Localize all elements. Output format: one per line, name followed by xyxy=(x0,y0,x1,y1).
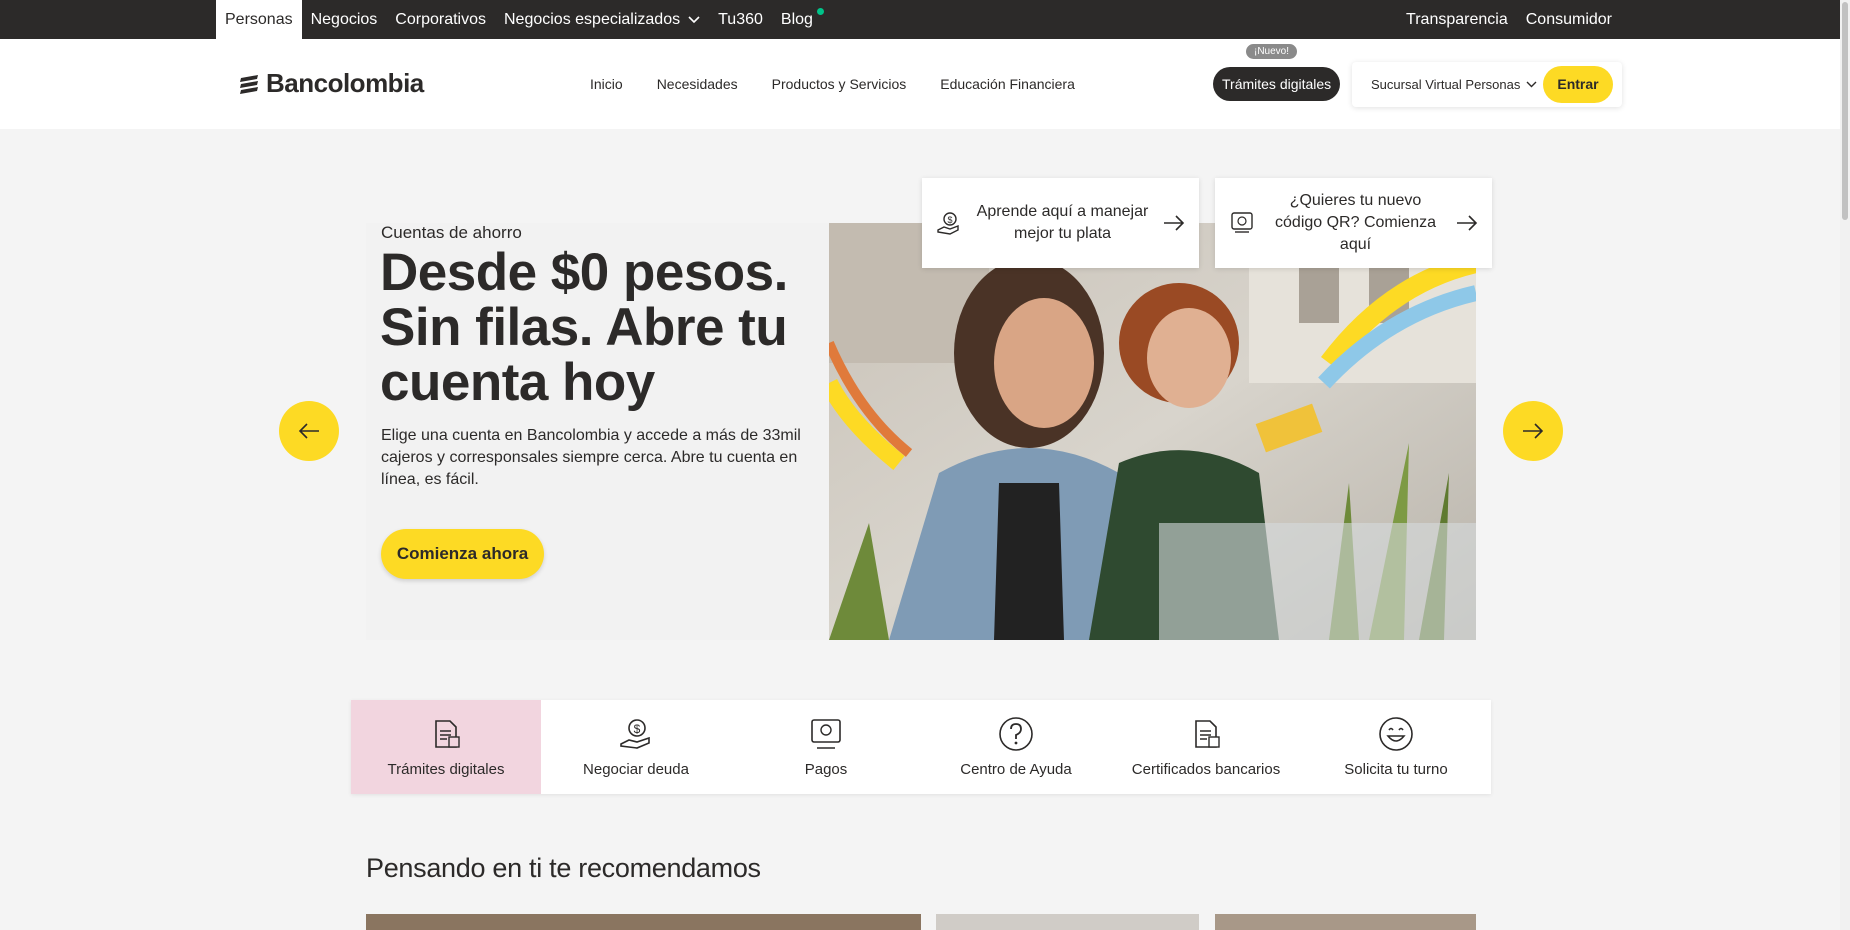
quick-link-solicita-turno[interactable]: Solicita tu turno xyxy=(1301,700,1491,794)
tab-blog[interactable]: Blog xyxy=(772,0,837,39)
carousel-prev-button[interactable] xyxy=(279,401,339,461)
nav-inicio[interactable]: Inicio xyxy=(573,76,640,92)
recommendations-title: Pensando en ti te recomendamos xyxy=(366,853,761,883)
quick-card-finanzas-text: Aprende aquí a manejar mejor tu plata xyxy=(976,203,1149,242)
money-hand-icon: $ xyxy=(937,212,959,235)
new-badge: ¡Nuevo! xyxy=(1246,44,1298,59)
quick-card-codigo-qr-text: ¿Quieres tu nuevo código QR? Comienza aq… xyxy=(1275,192,1436,253)
money-hand-icon: $ xyxy=(620,719,650,749)
tab-negocios-especializados[interactable]: Negocios especializados xyxy=(495,0,709,39)
quick-link-pagos[interactable]: Pagos xyxy=(731,700,921,794)
link-transparencia[interactable]: Transparencia xyxy=(1397,0,1517,39)
quick-link-tramites[interactable]: Trámites digitales xyxy=(351,700,541,794)
bancolombia-logo[interactable]: Bancolombia xyxy=(238,68,424,99)
tramites-digitales-button[interactable]: Trámites digitales xyxy=(1213,67,1341,101)
arrow-right-icon xyxy=(1164,215,1185,231)
question-icon xyxy=(999,717,1033,751)
entrar-button[interactable]: Entrar xyxy=(1543,66,1613,103)
topbar-right-links: Transparencia Consumidor xyxy=(1397,0,1621,39)
page-scrollbar[interactable] xyxy=(1840,0,1850,930)
carousel-next-button[interactable] xyxy=(1503,401,1563,461)
sucursal-virtual-label: Sucursal Virtual Personas xyxy=(1371,77,1521,92)
link-consumidor[interactable]: Consumidor xyxy=(1517,0,1621,39)
segment-tabs: Personas Negocios Corporativos Negocios … xyxy=(216,0,837,39)
tab-blog-label: Blog xyxy=(780,11,813,28)
main-header: Bancolombia Inicio Necesidades Productos… xyxy=(0,39,1850,129)
arrow-right-icon xyxy=(1457,215,1478,231)
sucursal-virtual-select[interactable]: Sucursal Virtual Personas xyxy=(1371,62,1537,107)
quick-link-pagos-label: Pagos xyxy=(804,761,848,778)
quick-card-finanzas[interactable]: $ Aprende aquí a manejar mejor tu plata xyxy=(922,178,1199,268)
tab-personas[interactable]: Personas xyxy=(216,0,302,39)
chevron-down-icon xyxy=(1526,81,1537,88)
arrow-left-icon xyxy=(298,423,319,439)
tab-negocios-especializados-label: Negocios especializados xyxy=(504,11,681,28)
main-nav: Inicio Necesidades Productos y Servicios… xyxy=(573,39,1092,129)
recommendation-card-image[interactable] xyxy=(366,914,921,930)
smile-icon xyxy=(1379,717,1413,751)
hero-title: Desde $0 pesos. Sin filas. Abre tu cuent… xyxy=(380,243,788,412)
quick-card-codigo-qr[interactable]: ¿Quieres tu nuevo código QR? Comienza aq… xyxy=(1215,178,1492,268)
quick-link-negociar-deuda-label: Negociar deuda xyxy=(583,761,689,778)
nav-educacion-financiera[interactable]: Educación Financiera xyxy=(923,76,1092,92)
bancolombia-logo-icon xyxy=(240,74,258,94)
payment-icon xyxy=(811,719,841,749)
quick-link-negociar-deuda[interactable]: $ Negociar deuda xyxy=(541,700,731,794)
svg-text:$: $ xyxy=(634,722,641,736)
svg-text:$: $ xyxy=(947,215,952,225)
sucursal-virtual-box: Sucursal Virtual Personas Entrar xyxy=(1352,62,1622,107)
quick-link-solicita-turno-label: Solicita tu turno xyxy=(1344,761,1448,778)
tab-negocios[interactable]: Negocios xyxy=(302,0,387,39)
quick-link-tramites-label: Trámites digitales xyxy=(387,761,505,778)
new-content-dot xyxy=(816,8,824,15)
recommendation-card-image[interactable] xyxy=(1215,914,1476,930)
document-icon xyxy=(435,720,460,748)
hero-text-panel: Cuentas de ahorro Desde $0 pesos. Sin fi… xyxy=(366,223,829,640)
hero-overline: Cuentas de ahorro xyxy=(381,223,522,242)
qr-payment-icon xyxy=(1231,212,1253,233)
quick-link-centro-ayuda-label: Centro de Ayuda xyxy=(960,761,1072,778)
quick-link-certificados-label: Certificados bancarios xyxy=(1131,761,1281,778)
scrollbar-thumb[interactable] xyxy=(1842,2,1848,220)
nav-productos-servicios[interactable]: Productos y Servicios xyxy=(755,76,924,92)
quick-links-bar: Trámites digitales $ Negociar deuda Pago… xyxy=(351,700,1491,794)
arrow-right-icon xyxy=(1523,423,1544,439)
hero-banner: Cuentas de ahorro Desde $0 pesos. Sin fi… xyxy=(366,223,1476,640)
quick-link-centro-ayuda[interactable]: Centro de Ayuda xyxy=(921,700,1111,794)
recommendation-card-image[interactable] xyxy=(936,914,1199,930)
certificate-icon xyxy=(1195,720,1220,748)
quick-link-certificados[interactable]: Certificados bancarios xyxy=(1111,700,1301,794)
tab-corporativos[interactable]: Corporativos xyxy=(386,0,495,39)
chevron-down-icon xyxy=(688,15,700,23)
logo-text: Bancolombia xyxy=(266,68,424,98)
hero-photo xyxy=(829,223,1476,640)
nav-necesidades[interactable]: Necesidades xyxy=(640,76,755,92)
hero-photo-illustration xyxy=(829,223,1476,640)
hero-description: Elige una cuenta en Bancolombia y accede… xyxy=(381,427,801,488)
top-segment-bar: Personas Negocios Corporativos Negocios … xyxy=(0,0,1850,39)
tab-tu360[interactable]: Tu360 xyxy=(709,0,772,39)
comienza-ahora-button[interactable]: Comienza ahora xyxy=(381,529,544,579)
